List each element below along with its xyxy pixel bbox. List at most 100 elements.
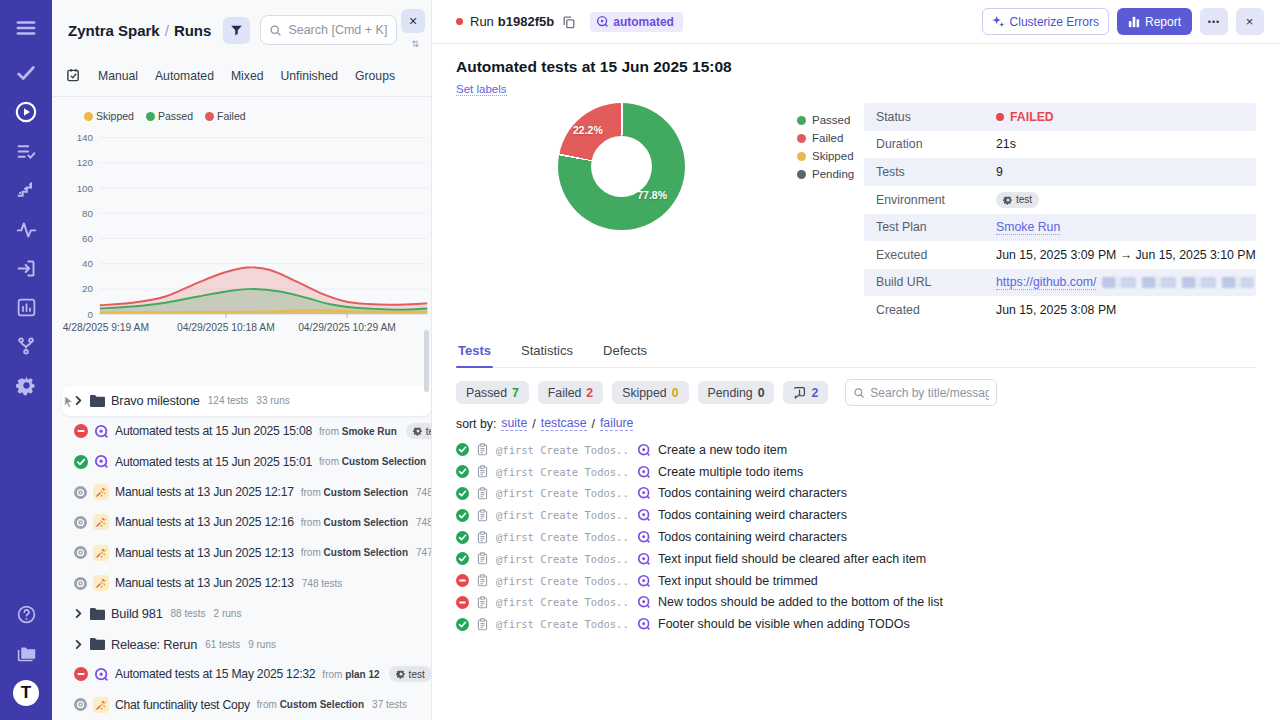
status-finished-icon — [74, 486, 87, 499]
filter-button[interactable] — [223, 17, 250, 44]
run-group-row[interactable]: Build 98188 tests2 runs — [52, 598, 431, 628]
legend-item: Passed — [146, 110, 193, 122]
test-row[interactable]: @first Create Todos...Footer should be v… — [456, 613, 1256, 635]
tests-search-input[interactable] — [870, 386, 989, 400]
test-title: Todos containing weird characters — [658, 530, 847, 544]
sidebar-item-menu[interactable] — [14, 16, 38, 40]
tab-statistics[interactable]: Statistics — [519, 343, 575, 367]
test-row[interactable]: @first Create Todos...Create multiple to… — [456, 461, 1256, 483]
run-status-dot — [456, 18, 463, 25]
breadcrumb-page[interactable]: Runs — [174, 22, 212, 39]
run-from: from Custom Selection — [301, 517, 408, 528]
donut-legend-item: Skipped — [797, 150, 854, 162]
sort-mini-icon[interactable]: ⇅ — [411, 39, 419, 49]
tab-defects[interactable]: Defects — [601, 343, 649, 367]
sidebar-item-branch[interactable] — [14, 334, 38, 358]
build-url-link[interactable]: https://github.com/ — [996, 275, 1096, 290]
runs-chart-legend: SkippedPassedFailed — [52, 97, 431, 122]
clipboard-icon — [476, 618, 489, 631]
sort-failure-link[interactable]: failure — [600, 416, 634, 431]
sidebar-item-folders[interactable] — [14, 641, 38, 665]
sidebar-item-help[interactable] — [14, 602, 38, 626]
copy-run-id-button[interactable] — [562, 15, 576, 29]
sidebar-item-steps[interactable] — [14, 178, 38, 202]
detail-label: Environment — [876, 193, 996, 207]
folder-icon — [89, 394, 105, 408]
run-group-row[interactable]: Bravo milestone124 tests33 runs — [62, 386, 431, 416]
env-badge: test — [996, 192, 1039, 208]
test-row[interactable]: @first Create Todos...Text input field s… — [456, 548, 1256, 570]
chevron-right-icon[interactable] — [74, 609, 83, 618]
sidebar-item-check[interactable] — [14, 61, 38, 85]
report-button[interactable]: Report — [1117, 8, 1192, 35]
runs-scrollbar[interactable] — [424, 330, 429, 392]
sort-suite-link[interactable]: suite — [501, 416, 527, 431]
runs-type-tabs: Manual Automated Mixed Unfinished Groups — [52, 58, 431, 97]
sort-testcase-link[interactable]: testcase — [541, 416, 587, 431]
runs-tab-manual[interactable]: Manual — [98, 69, 138, 83]
clipboard-icon — [476, 509, 489, 522]
tab-tests[interactable]: Tests — [456, 343, 493, 367]
more-options-button[interactable]: ••• — [1200, 8, 1228, 35]
sidebar-item-gear[interactable] — [14, 373, 38, 397]
status-finished-icon — [74, 546, 87, 559]
set-labels-link[interactable]: Set labels — [456, 83, 507, 96]
test-row[interactable]: @first Create Todos...Text input should … — [456, 570, 1256, 592]
runs-tab-unfinished[interactable]: Unfinished — [280, 69, 338, 83]
sidebar-item-list-check[interactable] — [14, 139, 38, 163]
test-row[interactable]: @first Create Todos...New todos should b… — [456, 592, 1256, 614]
run-group-row[interactable]: Release: Rerun61 tests9 runs — [52, 629, 431, 659]
detail-label: Build URL — [876, 275, 996, 289]
panel-close-button[interactable]: × — [401, 9, 425, 33]
filter-chip-comments[interactable]: 2 — [783, 381, 828, 404]
app-logo[interactable]: T — [13, 680, 39, 706]
close-run-button[interactable]: × — [1236, 8, 1264, 35]
test-row[interactable]: @first Create Todos...Todos containing w… — [456, 483, 1256, 505]
test-row[interactable]: @first Create Todos...Create a new todo … — [456, 439, 1256, 461]
chevron-right-icon[interactable] — [74, 640, 83, 649]
run-count: 748 tests — [416, 487, 431, 498]
steps-icon — [16, 180, 36, 200]
sidebar-item-import[interactable] — [14, 256, 38, 280]
runs-tab-mixed[interactable]: Mixed — [231, 69, 264, 83]
detail-label: Status — [876, 110, 996, 124]
sidebar-item-activity[interactable] — [14, 217, 38, 241]
runs-tab-groups[interactable]: Groups — [355, 69, 395, 83]
test-row[interactable]: @first Create Todos...Todos containing w… — [456, 526, 1256, 548]
run-row[interactable]: Automated tests at 15 Jun 2025 15:01from… — [52, 446, 431, 476]
report-chart-icon — [1128, 16, 1140, 28]
breadcrumb-project[interactable]: Zyntra Spark — [68, 22, 160, 39]
clusterize-errors-button[interactable]: Clusterize Errors — [982, 8, 1109, 35]
status-finished-icon — [74, 516, 87, 529]
search-icon — [269, 24, 282, 37]
filter-chip-passed[interactable]: Passed7 — [456, 381, 529, 404]
run-title: Automated tests at 15 Jun 2025 15:08 — [115, 424, 312, 438]
run-row[interactable]: Manual tests at 13 Jun 2025 12:16from Cu… — [52, 507, 431, 537]
run-row[interactable]: Manual tests at 13 Jun 2025 12:13748 tes… — [52, 568, 431, 598]
runs-tab-automated[interactable]: Automated — [155, 69, 214, 83]
test-plan-link[interactable]: Smoke Run — [996, 220, 1060, 235]
checklist-icon[interactable] — [66, 68, 81, 83]
sidebar-item-play-circle[interactable] — [14, 100, 38, 124]
filter-chip-pending[interactable]: Pending0 — [698, 381, 775, 404]
filter-chip-failed[interactable]: Failed2 — [538, 381, 603, 404]
run-row[interactable]: Manual tests at 13 Jun 2025 12:13from Cu… — [52, 538, 431, 568]
run-overview: 22.2% 77.8% PassedFailedSkippedPending S… — [456, 103, 1256, 343]
legend-dot — [84, 112, 93, 121]
filter-chip-skipped[interactable]: Skipped0 — [612, 381, 688, 404]
run-row[interactable]: Manual tests at 13 Jun 2025 12:17from Cu… — [52, 477, 431, 507]
run-id: b1982f5b — [498, 14, 554, 29]
redacted-url — [1102, 277, 1254, 288]
runs-search-input[interactable] — [288, 23, 388, 37]
chevron-right-icon[interactable] — [74, 396, 83, 405]
env-badge: test — [389, 666, 431, 682]
run-row[interactable]: Chat functinality test Copyfrom Custom S… — [52, 690, 431, 720]
run-row[interactable]: Automated tests at 15 Jun 2025 15:08from… — [52, 416, 431, 446]
status-finished-icon — [74, 577, 87, 590]
tests-list: @first Create Todos...Create a new todo … — [456, 439, 1256, 635]
run-count: 748 tests — [416, 517, 431, 528]
test-row[interactable]: @first Create Todos...Todos containing w… — [456, 504, 1256, 526]
svg-text:04/29/2025 10:18 AM: 04/29/2025 10:18 AM — [177, 322, 275, 333]
run-row[interactable]: Automated tests at 15 May 2025 12:32from… — [52, 659, 431, 689]
sidebar-item-bar-chart-box[interactable] — [14, 295, 38, 319]
